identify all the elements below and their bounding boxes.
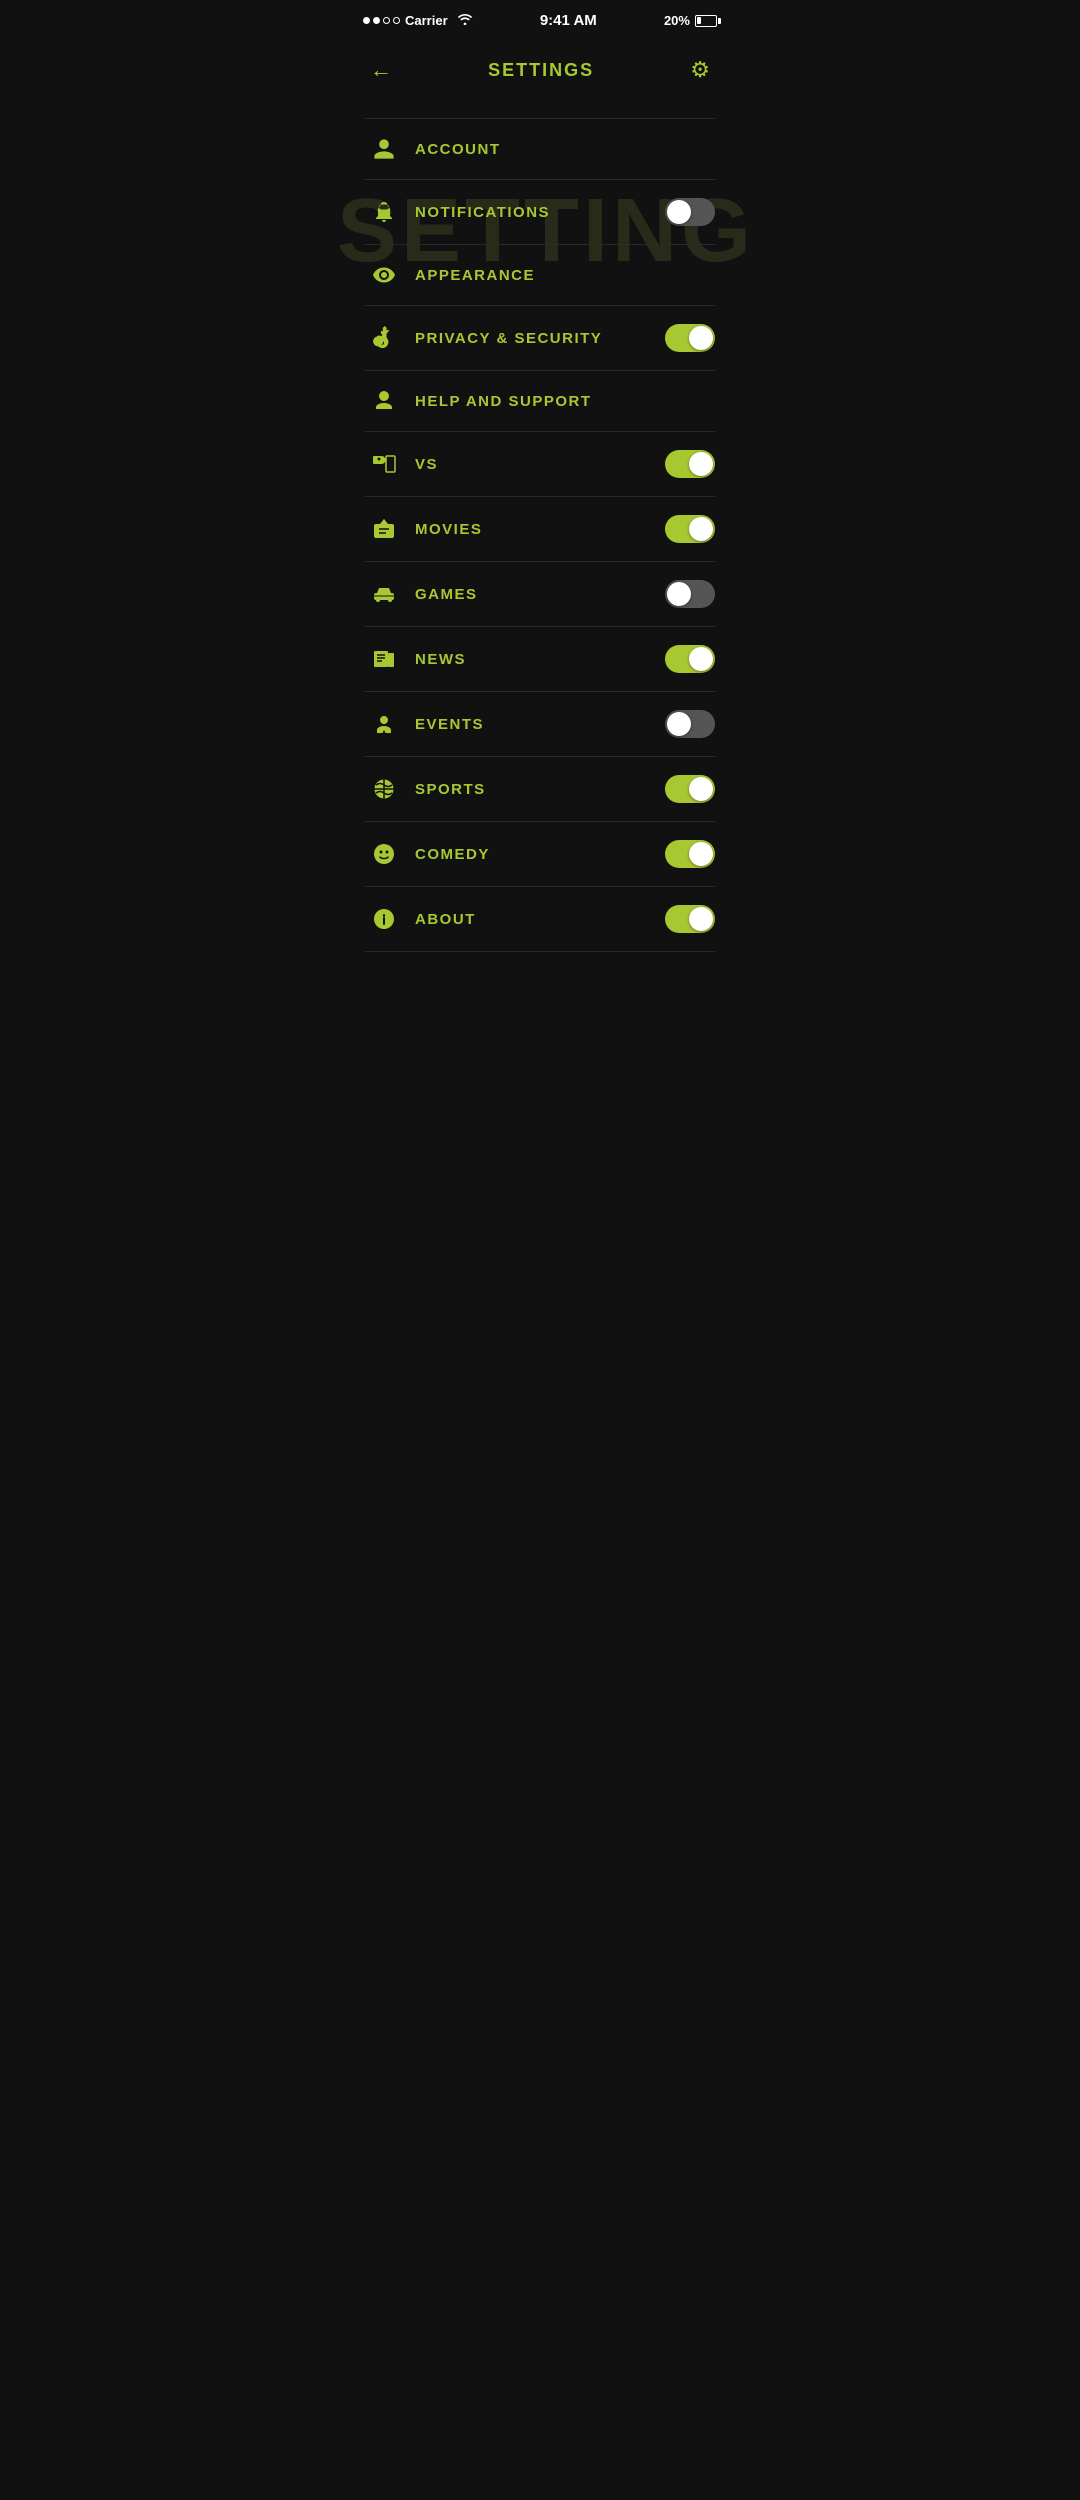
settings-item-appearance[interactable]: APPEARANCE bbox=[365, 245, 715, 306]
news-label: NEWS bbox=[415, 651, 665, 668]
back-button[interactable]: ← bbox=[365, 52, 397, 88]
info-icon bbox=[365, 907, 403, 931]
page-title: SETTINGS bbox=[488, 60, 594, 81]
status-time: 9:41 AM bbox=[540, 12, 597, 29]
eye-icon bbox=[365, 263, 403, 287]
signal-dot-2 bbox=[373, 17, 380, 24]
settings-item-events[interactable]: EVENTS bbox=[365, 692, 715, 757]
privacy-toggle[interactable] bbox=[665, 324, 715, 352]
notifications-toggle[interactable] bbox=[665, 198, 715, 226]
notifications-label: NOTIFICATIONS bbox=[415, 204, 665, 221]
car-icon bbox=[365, 582, 403, 606]
status-left: Carrier bbox=[363, 13, 473, 28]
comedy-label: COMEDY bbox=[415, 846, 665, 863]
vs-toggle[interactable] bbox=[665, 450, 715, 478]
events-toggle[interactable] bbox=[665, 710, 715, 738]
gear-button[interactable]: ⚙ bbox=[685, 52, 715, 88]
signal-dot-3 bbox=[383, 17, 390, 24]
signal-dot-4 bbox=[393, 17, 400, 24]
vs-icon bbox=[365, 452, 403, 476]
settings-item-vs[interactable]: VS bbox=[365, 432, 715, 497]
events-icon bbox=[365, 712, 403, 736]
account-label: ACCOUNT bbox=[415, 141, 715, 158]
appearance-label: APPEARANCE bbox=[415, 267, 715, 284]
settings-item-comedy[interactable]: COMEDY bbox=[365, 822, 715, 887]
battery-percentage: 20% bbox=[664, 13, 690, 28]
signal-indicator bbox=[363, 17, 400, 24]
movies-label: MOVIES bbox=[415, 521, 665, 538]
sports-label: SPORTS bbox=[415, 781, 665, 798]
comedy-icon bbox=[365, 842, 403, 866]
signal-dot-1 bbox=[363, 17, 370, 24]
about-toggle[interactable] bbox=[665, 905, 715, 933]
help-label: HELP AND SUPPORT bbox=[415, 393, 715, 410]
sports-icon bbox=[365, 777, 403, 801]
tv-icon bbox=[365, 517, 403, 541]
vs-label: VS bbox=[415, 456, 665, 473]
key-icon bbox=[365, 326, 403, 350]
settings-item-privacy[interactable]: PRIVACY & SECURITY bbox=[365, 306, 715, 371]
settings-list: ACCOUNT NOTIFICATIONS APPEARANCE bbox=[345, 118, 735, 952]
privacy-label: PRIVACY & SECURITY bbox=[415, 330, 665, 347]
helpdesk-icon bbox=[365, 389, 403, 413]
wifi-icon bbox=[457, 13, 473, 28]
movies-toggle[interactable] bbox=[665, 515, 715, 543]
news-toggle[interactable] bbox=[665, 645, 715, 673]
settings-item-games[interactable]: GAMES bbox=[365, 562, 715, 627]
carrier-label: Carrier bbox=[405, 13, 448, 28]
notifications-gear-icon bbox=[365, 200, 403, 224]
sports-toggle[interactable] bbox=[665, 775, 715, 803]
settings-item-sports[interactable]: SPORTS bbox=[365, 757, 715, 822]
games-toggle[interactable] bbox=[665, 580, 715, 608]
settings-item-notifications[interactable]: NOTIFICATIONS bbox=[365, 180, 715, 245]
settings-item-movies[interactable]: MOVIES bbox=[365, 497, 715, 562]
status-right: 20% bbox=[664, 13, 717, 28]
settings-item-account[interactable]: ACCOUNT bbox=[365, 119, 715, 180]
comedy-toggle[interactable] bbox=[665, 840, 715, 868]
about-label: ABOUT bbox=[415, 911, 665, 928]
battery-icon bbox=[695, 15, 717, 27]
settings-item-news[interactable]: NEWS bbox=[365, 627, 715, 692]
person-icon bbox=[365, 137, 403, 161]
games-label: GAMES bbox=[415, 586, 665, 603]
header: ← SETTINGS ⚙ bbox=[345, 37, 735, 98]
settings-item-help[interactable]: HELP AND SUPPORT bbox=[365, 371, 715, 432]
settings-item-about[interactable]: ABOUT bbox=[365, 887, 715, 952]
status-bar: Carrier 9:41 AM 20% bbox=[345, 0, 735, 37]
events-label: EVENTS bbox=[415, 716, 665, 733]
news-icon bbox=[365, 647, 403, 671]
